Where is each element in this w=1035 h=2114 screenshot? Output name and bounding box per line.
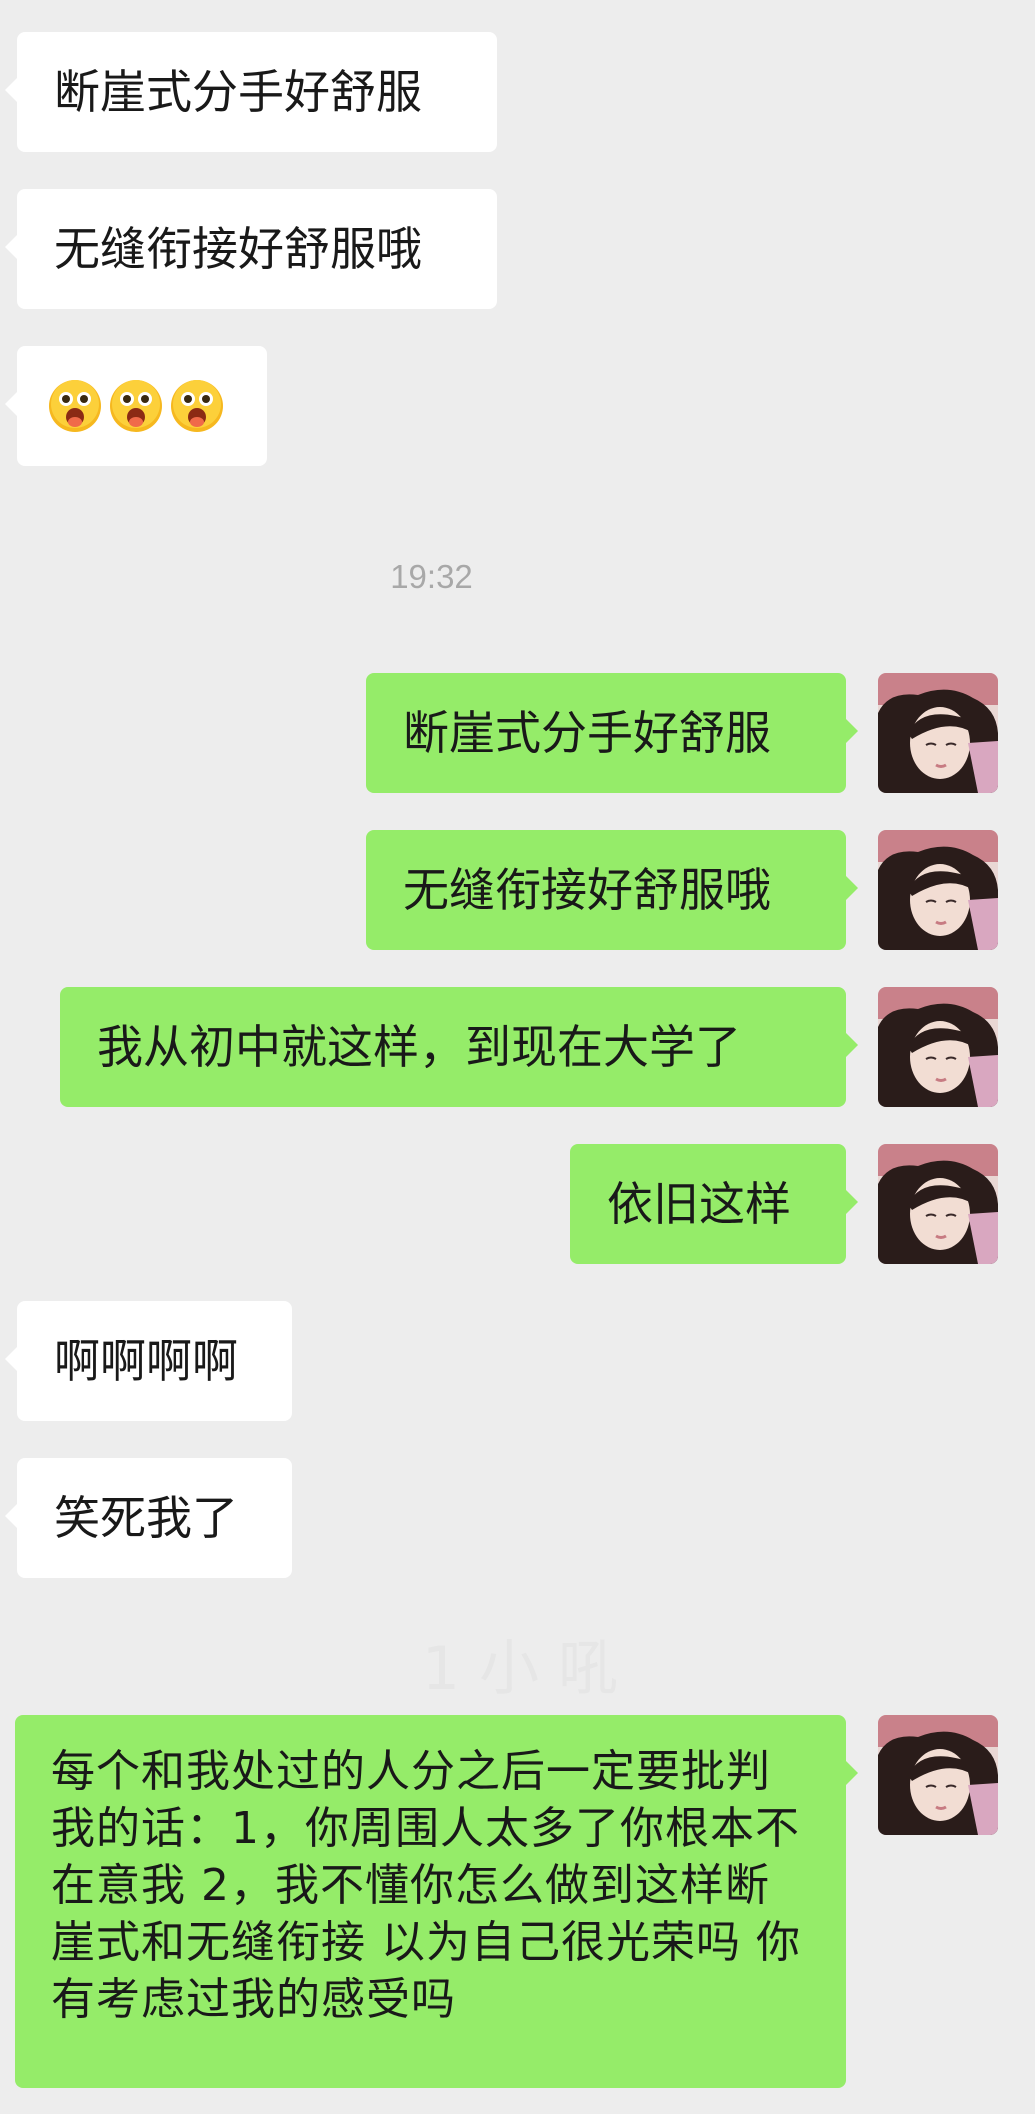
- message-text: 无缝衔接好舒服哦: [54, 222, 422, 276]
- message-text: 断崖式分手好舒服: [54, 65, 422, 119]
- outgoing-message-bubble[interactable]: 依旧这样: [570, 1144, 858, 1264]
- message-text: 笑死我了: [54, 1491, 238, 1545]
- message-timestamp: 19:32: [390, 558, 473, 595]
- user-avatar[interactable]: [878, 1144, 998, 1264]
- message-text: 我从初中就这样，到现在大学了: [97, 1020, 741, 1074]
- message-text: 啊啊啊啊: [54, 1334, 238, 1388]
- outgoing-message-bubble[interactable]: 我从初中就这样，到现在大学了: [60, 987, 858, 1107]
- outgoing-message-bubble[interactable]: 每个和我处过的人分之后一定要批判我的话：1，你周围人太多了你根本不在意我 2，我…: [15, 1715, 858, 2088]
- message-text: 依旧这样: [607, 1177, 791, 1231]
- incoming-message-bubble[interactable]: 断崖式分手好舒服: [5, 32, 497, 152]
- message-text: 断崖式分手好舒服: [403, 706, 771, 760]
- user-avatar[interactable]: [878, 830, 998, 950]
- incoming-message-bubble[interactable]: 笑死我了: [5, 1458, 292, 1578]
- outgoing-message-bubble[interactable]: 断崖式分手好舒服: [366, 673, 858, 793]
- message-text: 每个和我处过的人分之后一定要批判我的话：1，你周围人太多了你根本不在意我 2，我…: [51, 1746, 801, 2025]
- faint-watermark: 1 小 吼: [421, 1634, 619, 1704]
- user-avatar[interactable]: [878, 987, 998, 1107]
- message-text: 无缝衔接好舒服哦: [403, 863, 771, 917]
- incoming-message-bubble[interactable]: 无缝衔接好舒服哦: [5, 189, 497, 309]
- astonished-tongue-face-emoji: [110, 380, 162, 432]
- astonished-tongue-face-emoji: [171, 380, 223, 432]
- incoming-message-bubble[interactable]: 啊啊啊啊: [5, 1301, 292, 1421]
- user-avatar[interactable]: [878, 673, 998, 793]
- astonished-tongue-face-emoji: [49, 380, 101, 432]
- incoming-emoji-bubble[interactable]: [5, 346, 267, 466]
- user-avatar[interactable]: [878, 1715, 998, 1835]
- outgoing-message-bubble[interactable]: 无缝衔接好舒服哦: [366, 830, 858, 950]
